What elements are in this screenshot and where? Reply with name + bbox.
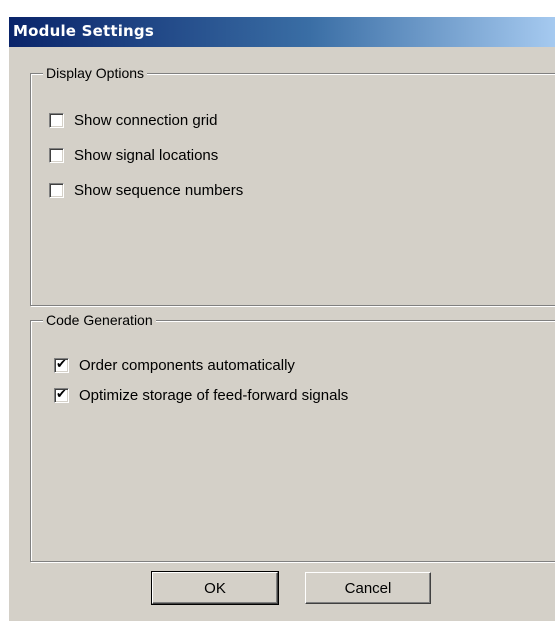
code-generation-group: Code Generation ✔ Order components autom… — [30, 310, 555, 562]
order-components-checkbox[interactable]: ✔ — [54, 356, 69, 373]
order-components-label[interactable]: Order components automatically — [79, 357, 295, 374]
show-sequence-numbers-checkbox[interactable] — [49, 182, 64, 198]
show-connection-grid-option[interactable]: Show connection grid — [49, 110, 217, 130]
optimize-storage-checkbox[interactable]: ✔ — [54, 386, 69, 403]
cancel-button[interactable]: Cancel — [305, 572, 431, 604]
optimize-storage-option[interactable]: ✔ Optimize storage of feed-forward signa… — [54, 385, 348, 405]
optimize-storage-label[interactable]: Optimize storage of feed-forward signals — [79, 387, 348, 404]
checkmark-icon: ✔ — [56, 356, 67, 372]
ok-button[interactable]: OK — [151, 571, 279, 605]
display-options-group: Display Options Show connection grid Sho… — [30, 63, 555, 306]
show-signal-locations-checkbox[interactable] — [49, 147, 64, 163]
module-settings-dialog: Module Settings Display Options Show con… — [8, 17, 555, 621]
title-bar[interactable]: Module Settings — [9, 17, 555, 47]
code-generation-legend: Code Generation — [43, 310, 156, 330]
order-components-option[interactable]: ✔ Order components automatically — [54, 355, 295, 375]
show-sequence-numbers-label[interactable]: Show sequence numbers — [74, 182, 243, 199]
show-connection-grid-checkbox[interactable] — [49, 112, 64, 128]
checkmark-icon: ✔ — [56, 386, 67, 402]
dialog-title: Module Settings — [13, 22, 154, 40]
display-options-legend: Display Options — [43, 63, 148, 83]
show-signal-locations-option[interactable]: Show signal locations — [49, 145, 218, 165]
show-signal-locations-label[interactable]: Show signal locations — [74, 147, 218, 164]
show-connection-grid-label[interactable]: Show connection grid — [74, 112, 217, 129]
show-sequence-numbers-option[interactable]: Show sequence numbers — [49, 180, 243, 200]
